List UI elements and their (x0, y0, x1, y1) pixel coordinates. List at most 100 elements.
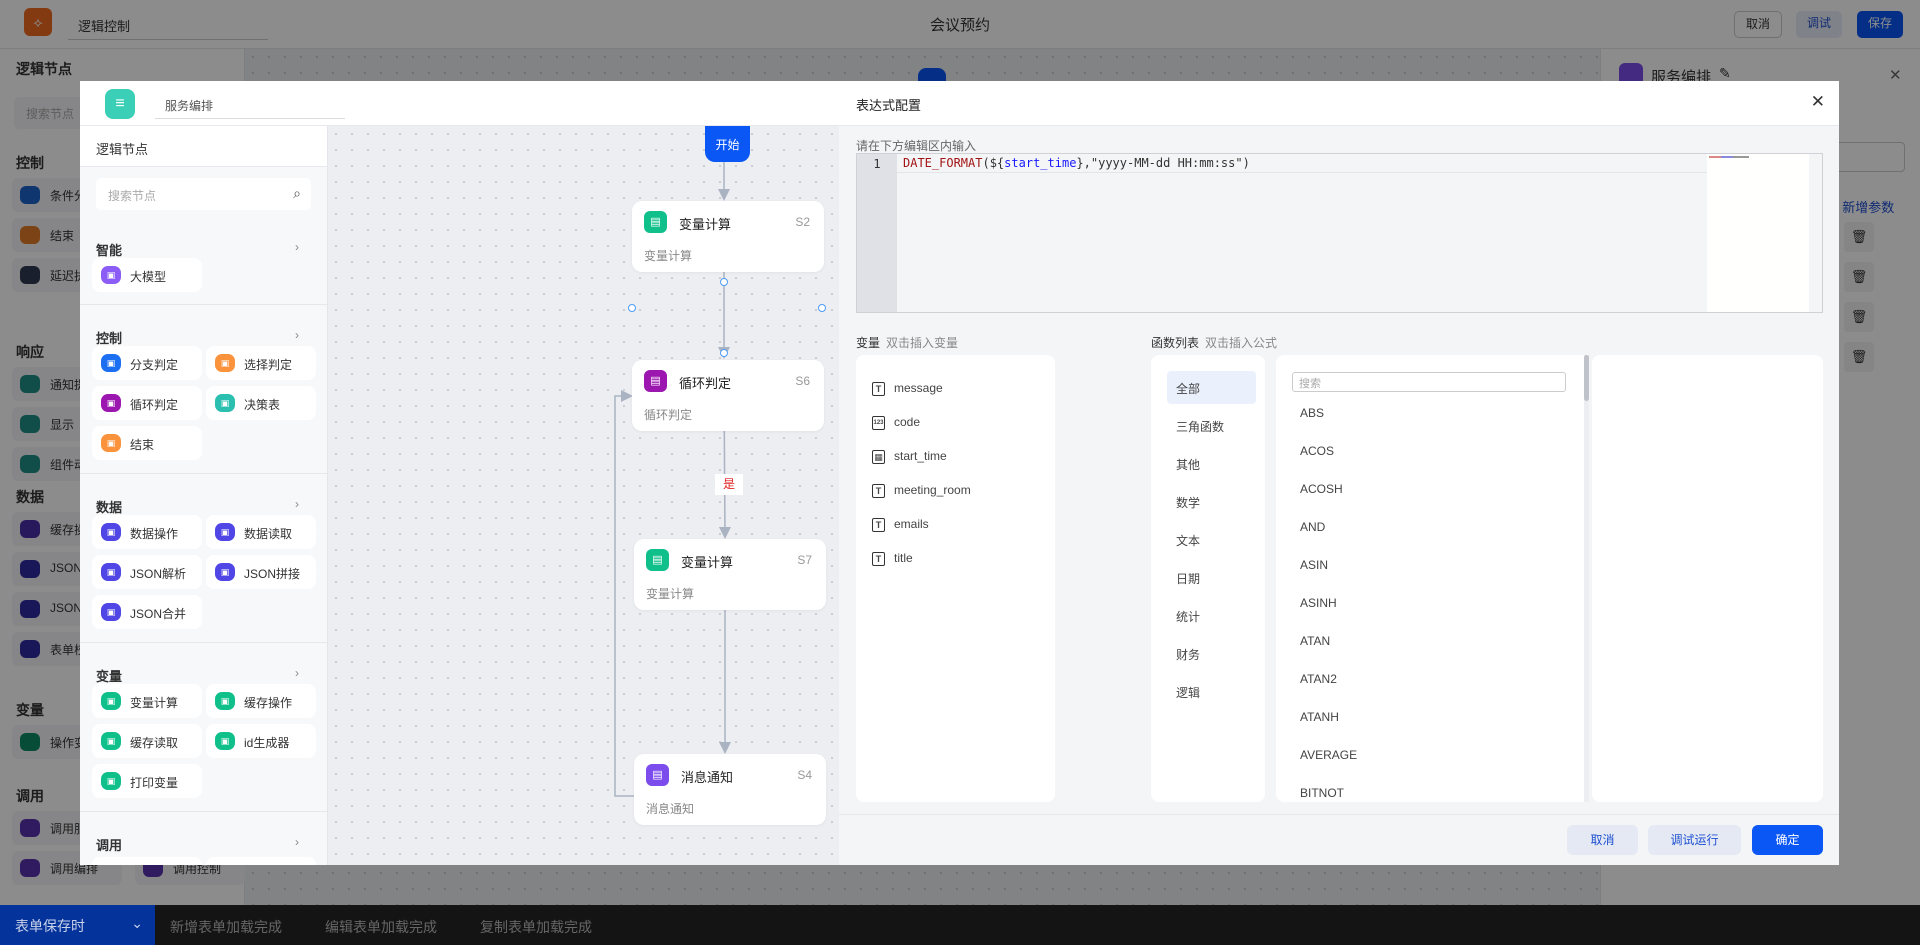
node-label: JSON拼接 (244, 567, 301, 581)
function-item[interactable]: AVERAGE (1300, 748, 1357, 762)
node-item[interactable]: ▣ 选择判定 (206, 346, 316, 380)
node-label: 缓存操作 (244, 696, 293, 710)
node-label: 大模型 (130, 270, 167, 284)
chevron-right-icon[interactable]: › (295, 666, 299, 680)
category-item[interactable]: 数学 (1167, 485, 1256, 518)
section-divider (80, 811, 327, 812)
event-tab[interactable]: 复制表单加载完成 (480, 917, 592, 937)
node-item[interactable]: ▣ 分支判定 (92, 346, 202, 380)
function-item[interactable]: ATAN (1300, 634, 1330, 648)
orchestration-name-input[interactable]: 服务编排 (155, 89, 345, 119)
function-search-input[interactable]: 搜索 (1292, 372, 1566, 392)
editor-minimap[interactable] (1707, 154, 1809, 312)
node-item[interactable]: ▣ 结束 (92, 426, 202, 460)
event-tab[interactable]: 新增表单加载完成 (170, 917, 282, 937)
variable-name: message (894, 381, 943, 395)
flow-node[interactable]: ▤ 变量计算 S2 变量计算 (632, 201, 824, 272)
chevron-right-icon[interactable]: › (295, 328, 299, 342)
variable-item[interactable]: Tmeeting_room (872, 483, 971, 498)
node-item[interactable]: ▣ JSON拼接 (206, 555, 316, 589)
node-item[interactable]: ▣ JSON合并 (92, 595, 202, 629)
node-item[interactable]: ▣ 缓存读取 (92, 724, 202, 758)
node-item[interactable]: ▣ 决策表 (206, 386, 316, 420)
chevron-down-icon: ⌄ (131, 915, 143, 931)
close-icon[interactable]: ✕ (1811, 92, 1825, 112)
group-title: 调用 (96, 838, 123, 853)
variables-label: 变量 双击插入变量 (856, 334, 958, 351)
category-item[interactable]: 文本 (1167, 523, 1256, 556)
node-id: S2 (795, 215, 810, 229)
node-item[interactable] (92, 857, 202, 865)
node-search-input[interactable]: 搜索节点 ⌕ (96, 178, 311, 210)
node-item[interactable]: ▣ id生成器 (206, 724, 316, 758)
port-top[interactable] (720, 278, 728, 286)
function-item[interactable]: ACOS (1300, 444, 1334, 458)
node-item[interactable] (206, 857, 316, 865)
footer-divider (839, 814, 1839, 815)
function-item[interactable]: ATANH (1300, 710, 1339, 724)
port-left[interactable] (628, 304, 636, 312)
cancel-button[interactable]: 取消 (1567, 825, 1638, 855)
node-desc: 循环判定 (644, 408, 693, 422)
start-node[interactable]: 开始 (705, 126, 750, 162)
node-item[interactable]: ▣ 打印变量 (92, 764, 202, 798)
function-item[interactable]: AND (1300, 520, 1325, 534)
category-item[interactable]: 财务 (1167, 637, 1256, 670)
cloud-icon: ▣ (101, 266, 121, 284)
code-editor[interactable]: 1 DATE_FORMAT(${start_time},"yyyy-MM-dd … (856, 153, 1823, 313)
event-bar: 表单保存时 ⌄ 新增表单加载完成 编辑表单加载完成 复制表单加载完成 (0, 905, 1920, 945)
node-item[interactable]: ▣ 数据读取 (206, 515, 316, 549)
node-item[interactable]: ▣ 数据操作 (92, 515, 202, 549)
category-item[interactable]: 全部 (1167, 371, 1256, 404)
variable-name: code (894, 415, 921, 429)
function-item[interactable]: ATAN2 (1300, 672, 1337, 686)
category-item[interactable]: 三角函数 (1167, 409, 1256, 442)
flow-node[interactable]: ▤ 循环判定 S6 循环判定 (632, 360, 824, 431)
event-select[interactable]: 表单保存时 ⌄ (0, 905, 155, 945)
chevron-right-icon[interactable]: › (295, 497, 299, 511)
flow-node[interactable]: ▤ 变量计算 S7 变量计算 (634, 539, 826, 610)
code-punct: (${ (982, 156, 1005, 170)
function-item[interactable]: ABS (1300, 406, 1324, 420)
chevron-right-icon[interactable]: › (295, 240, 299, 254)
shuffle-icon: ▣ (215, 354, 235, 372)
confirm-button[interactable]: 确定 (1752, 825, 1823, 855)
orchestration-logo-icon: ≡ (105, 89, 135, 119)
function-item[interactable]: ASIN (1300, 558, 1328, 572)
port-right[interactable] (818, 304, 826, 312)
node-item[interactable]: ▣ JSON解析 (92, 555, 202, 589)
code-line[interactable]: DATE_FORMAT(${start_time},"yyyy-MM-dd HH… (897, 154, 1707, 173)
search-icon[interactable]: ⌕ (293, 185, 301, 202)
flow-node[interactable]: ▤ 消息通知 S4 消息通知 (634, 754, 826, 825)
category-item[interactable]: 统计 (1167, 599, 1256, 632)
variable-item[interactable]: Temails (872, 517, 929, 532)
category-item[interactable]: 逻辑 (1167, 675, 1256, 708)
node-item[interactable]: ▣ 循环判定 (92, 386, 202, 420)
port-bottom[interactable] (720, 349, 728, 357)
chevron-right-icon[interactable]: › (295, 835, 299, 849)
variable-item[interactable]: Ttitle (872, 551, 913, 566)
function-item[interactable]: ACOSH (1300, 482, 1343, 496)
category-item[interactable]: 其他 (1167, 447, 1256, 480)
variable-name: emails (894, 517, 929, 531)
function-list-scrollbar[interactable] (1584, 355, 1589, 802)
variable-item[interactable]: 123 code (872, 415, 920, 430)
scrollbar-thumb[interactable] (1584, 355, 1589, 401)
section-divider (80, 304, 327, 305)
category-item[interactable]: 日期 (1167, 561, 1256, 594)
variable-item[interactable]: ▦ start_time (872, 449, 947, 464)
function-item[interactable]: ASINH (1300, 596, 1337, 610)
variable-item[interactable]: Tmessage (872, 381, 943, 396)
node-item[interactable]: ▣ 缓存操作 (206, 684, 316, 718)
flow-canvas[interactable]: 开始 ▤ 变量计算 S2 变量计算 ▤ 循环判定 S6 循环判定 ▤ 变量计算 S7 变量计算 ▤ 消息通… (328, 126, 839, 865)
variable-icon: ▣ (101, 772, 121, 790)
search-placeholder: 搜索节点 (108, 189, 157, 203)
text-type-icon: T (872, 517, 885, 532)
test-run-button[interactable]: 调试运行 (1648, 825, 1741, 855)
function-item[interactable]: BITNOT (1300, 786, 1344, 800)
group-title: 变量 (96, 669, 123, 684)
node-item[interactable]: ▣ 大模型 (92, 258, 202, 292)
node-label: id生成器 (244, 736, 290, 750)
event-tab[interactable]: 编辑表单加载完成 (325, 917, 437, 937)
node-item[interactable]: ▣ 变量计算 (92, 684, 202, 718)
